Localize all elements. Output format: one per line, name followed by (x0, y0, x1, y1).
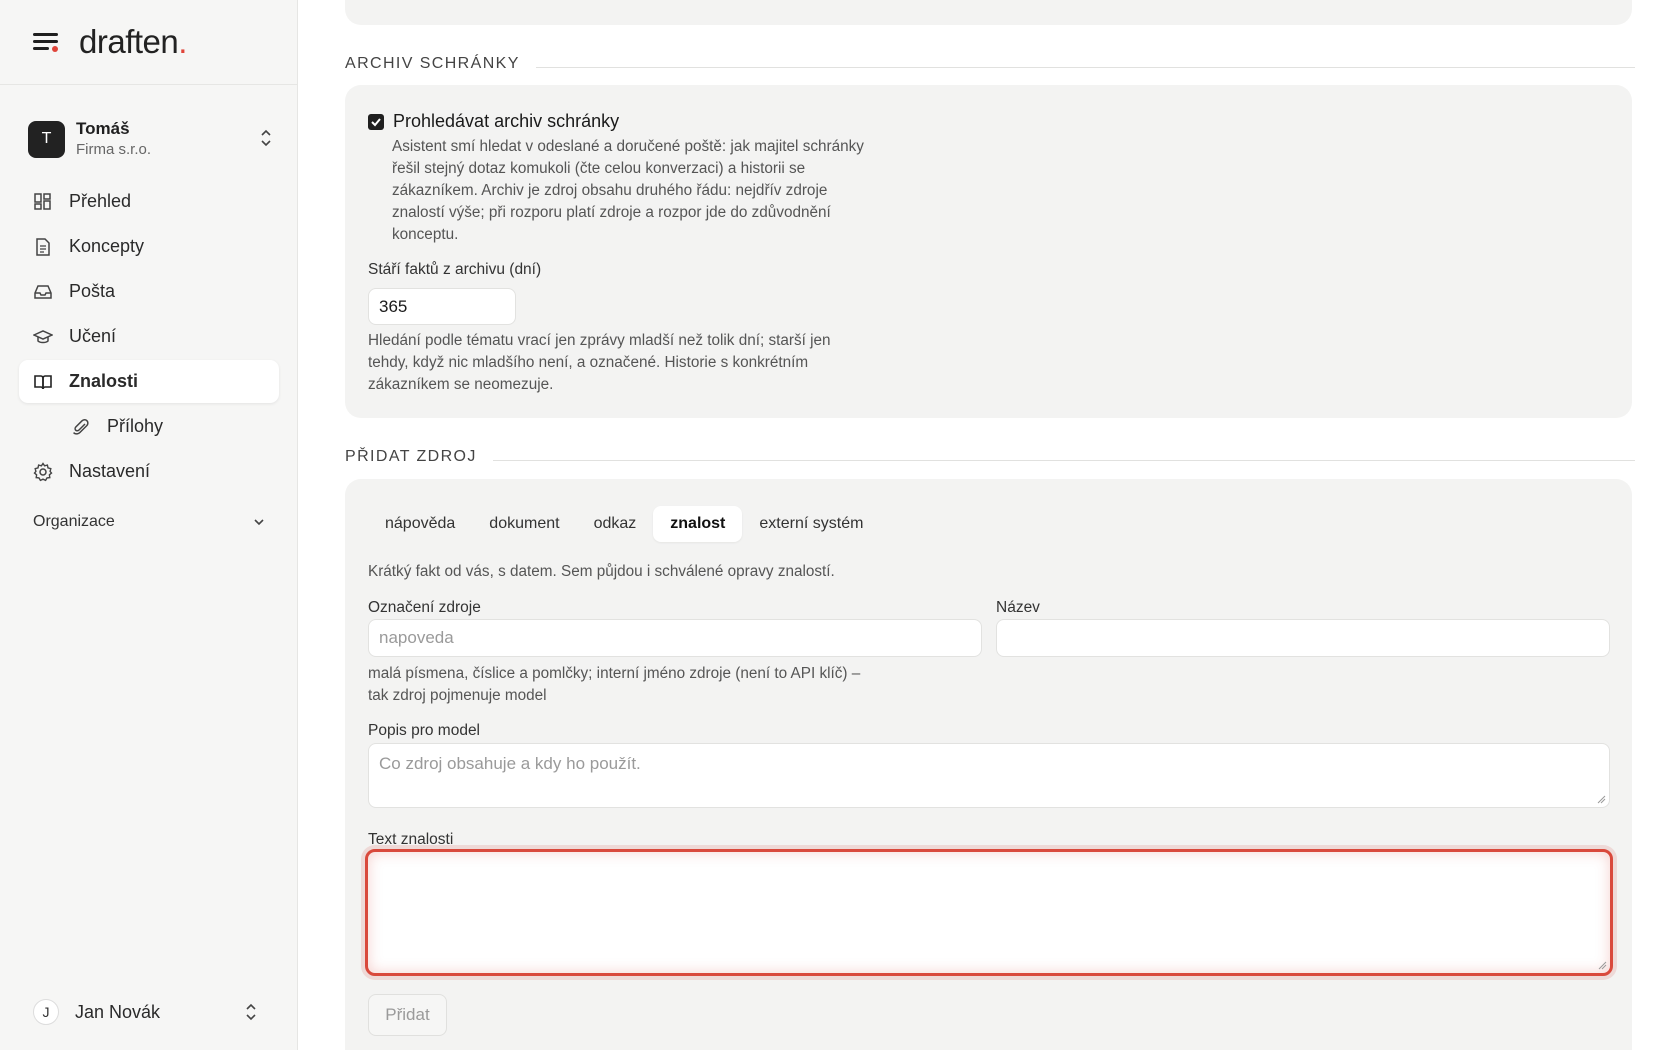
add-source-section-heading: PŘIDAT ZDROJ (345, 446, 1635, 468)
nav-item-label: Znalosti (69, 371, 139, 391)
model-description-placeholder: Co zdroj obsahuje a kdy ho použít. (379, 754, 641, 773)
archive-age-description: Hledání podle tématu vrací jen zprávy ml… (368, 332, 831, 393)
section-title: PŘIDAT ZDROJ (345, 448, 477, 465)
logo-row: draften. (0, 0, 297, 85)
dashboard-icon (34, 192, 51, 210)
tab-napoveda[interactable]: nápověda (368, 506, 472, 542)
document-icon (36, 237, 50, 256)
tab-dokument[interactable]: dokument (472, 506, 576, 542)
menu-icon[interactable] (33, 32, 59, 52)
paperclip-icon (73, 418, 89, 435)
source-name-input[interactable] (996, 619, 1610, 657)
main-nav: Přehled Koncepty Pošta Učení Znalosti Př… (19, 180, 279, 495)
account-switcher[interactable]: T Tomáš Firma s.r.o. (28, 115, 273, 163)
check-icon (371, 117, 381, 126)
nav-item-label: Přílohy (107, 416, 164, 436)
nav-item-prilohy[interactable]: Přílohy (19, 405, 279, 448)
gear-icon (33, 461, 53, 481)
organization-label: Organizace (33, 513, 115, 530)
source-type-tabs: nápověda dokument odkaz znalost externí … (368, 506, 880, 542)
archive-age-input[interactable]: 365 (368, 288, 516, 325)
account-name: Tomáš (76, 119, 130, 138)
source-id-label: Označení zdroje (368, 599, 481, 616)
archive-description: Asistent smí hledat v odeslané a doručen… (392, 138, 864, 243)
nav-item-label: Učení (69, 326, 117, 346)
archive-checkbox-row[interactable]: Prohledávat archiv schránky (368, 111, 619, 132)
nav-item-uceni[interactable]: Učení (19, 315, 279, 358)
main-content: ARCHIV SCHRÁNKY Prohledávat archiv schrá… (299, 0, 1680, 1050)
knowledge-text-textarea[interactable] (365, 849, 1613, 976)
user-menu[interactable]: J Jan Novák (33, 995, 266, 1029)
book-icon (34, 374, 52, 389)
account-org: Firma s.r.o. (76, 141, 152, 158)
add-button[interactable]: Přidat (368, 994, 447, 1036)
archive-card: Prohledávat archiv schránky Asistent smí… (345, 85, 1632, 418)
resize-handle-icon[interactable] (1596, 794, 1606, 804)
nav-item-nastaveni[interactable]: Nastavení (19, 450, 279, 493)
knowledge-text-label: Text znalosti (368, 831, 454, 848)
archive-checkbox[interactable] (368, 113, 384, 130)
tab-odkaz[interactable]: odkaz (577, 506, 654, 542)
model-description-textarea[interactable]: Co zdroj obsahuje a kdy ho použít. (368, 743, 1610, 808)
logo[interactable]: draften. (79, 23, 187, 61)
model-description-label: Popis pro model (368, 722, 481, 739)
graduation-cap-icon (33, 329, 53, 343)
tab-znalost[interactable]: znalost (653, 506, 743, 542)
nav-item-label: Přehled (69, 191, 132, 211)
archive-checkbox-label: Prohledávat archiv schránky (393, 111, 620, 131)
chevron-updown-icon (246, 1003, 256, 1021)
source-id-input[interactable]: napoveda (368, 619, 982, 657)
nav-item-label: Nastavení (69, 461, 151, 481)
tab-externi-system[interactable]: externí systém (742, 506, 880, 542)
source-name-label: Název (996, 599, 1040, 616)
account-avatar: T (28, 120, 65, 158)
source-id-hint: malá písmena, číslice a pomlčky; interní… (368, 665, 861, 704)
nav-item-koncepty[interactable]: Koncepty (19, 225, 279, 268)
sidebar: draften. T Tomáš Firma s.r.o. Přehled Ko… (0, 0, 298, 1050)
archive-age-label: Stáří faktů z archivu (dní) (368, 261, 542, 278)
chevron-down-icon (254, 519, 264, 526)
user-name: Jan Novák (75, 1001, 161, 1022)
source-intro: Krátký fakt od vás, s datem. Sem půjdou … (368, 563, 835, 580)
nav-item-znalosti[interactable]: Znalosti (19, 360, 279, 403)
organization-toggle[interactable]: Organizace (33, 510, 266, 534)
section-title: ARCHIV SCHRÁNKY (345, 55, 520, 72)
user-avatar: J (33, 999, 59, 1025)
nav-item-label: Pošta (69, 281, 116, 301)
add-source-card: nápověda dokument odkaz znalost externí … (345, 479, 1632, 1050)
archive-section-heading: ARCHIV SCHRÁNKY (345, 53, 1635, 75)
chevron-updown-icon (261, 129, 271, 147)
inbox-icon (34, 284, 52, 299)
previous-card (345, 0, 1632, 25)
resize-handle-icon[interactable] (1597, 960, 1607, 970)
nav-item-prehled[interactable]: Přehled (19, 180, 279, 223)
nav-item-label: Koncepty (69, 236, 145, 256)
nav-item-posta[interactable]: Pošta (19, 270, 279, 313)
